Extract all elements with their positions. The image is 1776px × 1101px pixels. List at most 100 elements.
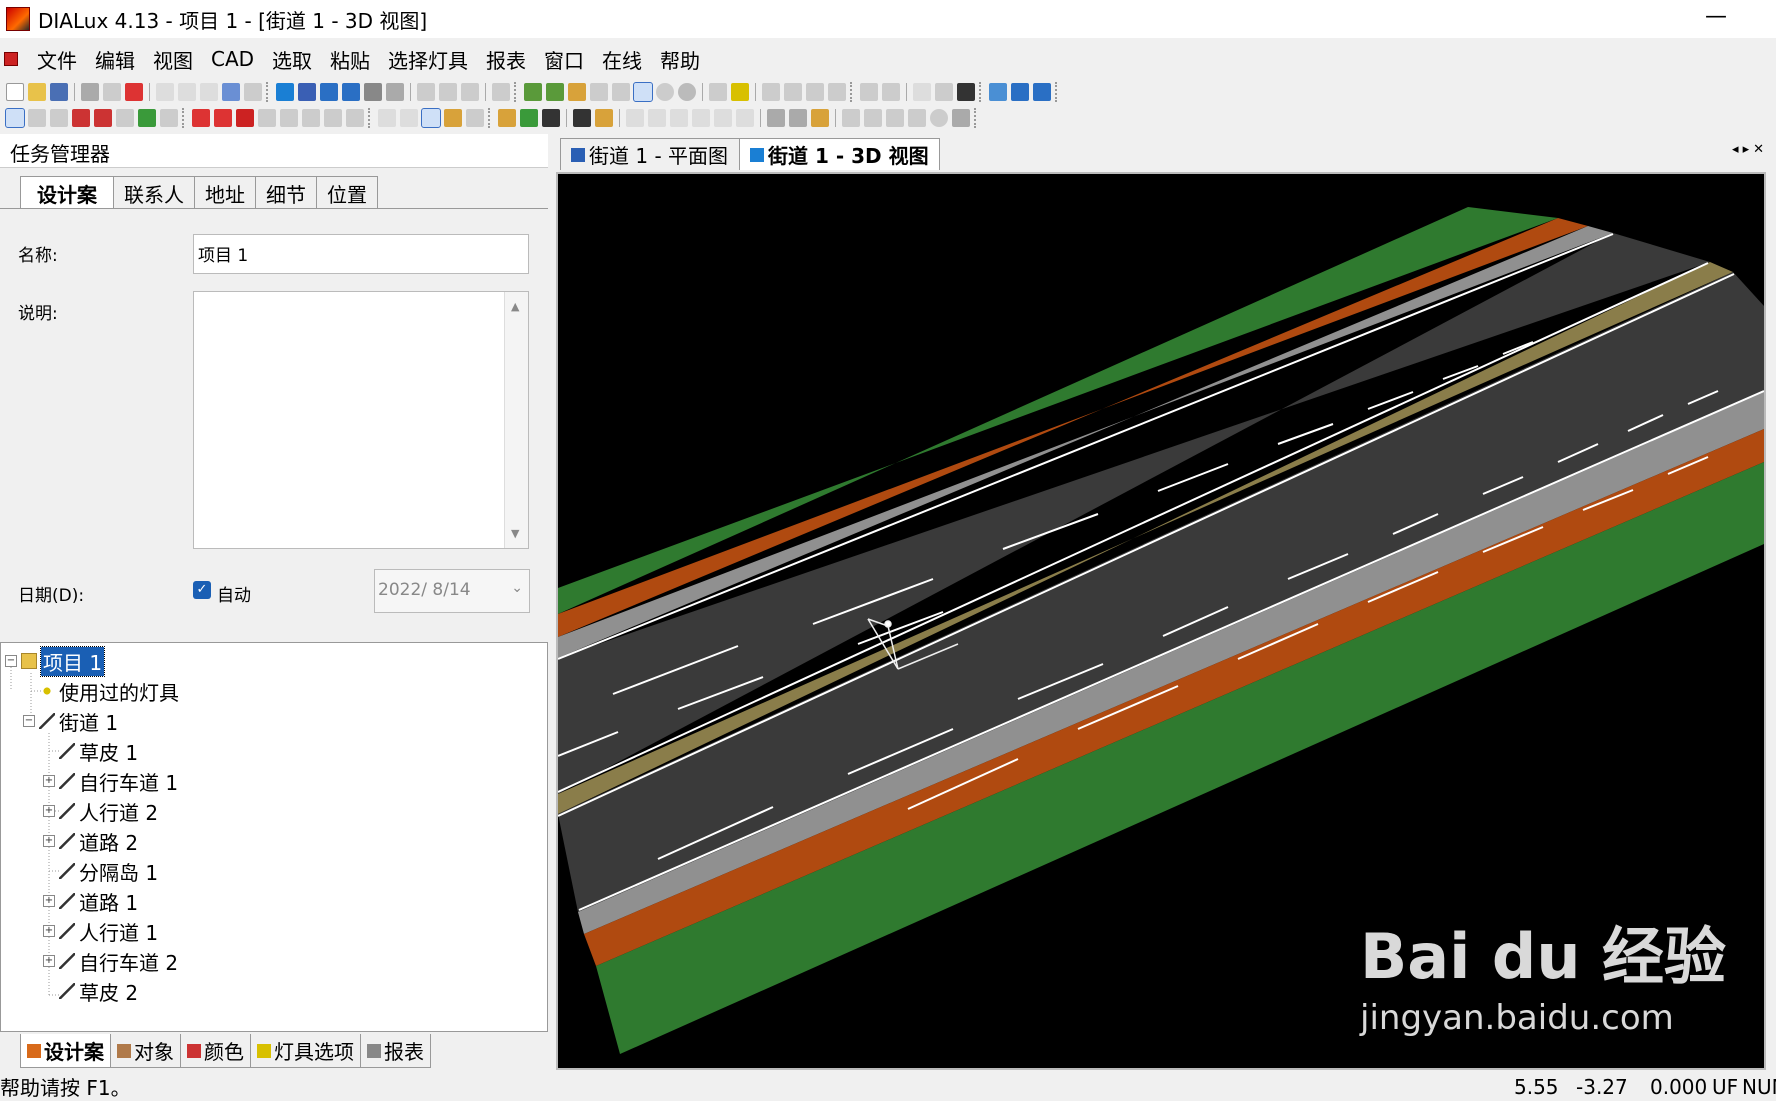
expand-icon[interactable]: + (43, 805, 55, 817)
menu-select-luminaire[interactable]: 选择灯具 (379, 45, 477, 74)
add-object-icon[interactable] (498, 109, 516, 127)
tree-node-median-1[interactable]: 分隔岛 1 (43, 857, 158, 885)
menu-help[interactable]: 帮助 (651, 45, 709, 74)
ground-plan-icon[interactable] (298, 83, 316, 101)
menu-paste[interactable]: 粘贴 (321, 45, 379, 74)
measure-icon[interactable] (709, 83, 727, 101)
help-icon[interactable] (935, 83, 953, 101)
select-object-icon[interactable] (28, 109, 46, 127)
tab-bottom-luminaire-options[interactable]: 灯具选项 (250, 1034, 361, 1068)
circle-icon[interactable] (678, 83, 696, 101)
tree-node-sidewalk-1[interactable]: + 人行道 1 (43, 917, 158, 945)
3d-view-icon[interactable] (276, 83, 294, 101)
mark-red-alt-icon[interactable] (214, 109, 232, 127)
edit-icon[interactable] (590, 83, 608, 101)
tab-location[interactable]: 位置 (316, 176, 378, 208)
print-preview-icon[interactable] (103, 83, 121, 101)
add-car-icon[interactable] (542, 109, 560, 127)
curve-icon[interactable] (908, 109, 926, 127)
description-scrollbar[interactable]: ▲ ▼ (504, 292, 528, 548)
expand-icon[interactable]: + (43, 835, 55, 847)
tree-node-used-luminaires[interactable]: 使用过的灯具 (39, 677, 179, 705)
luminaire-arrangement-icon[interactable] (573, 109, 591, 127)
mark-red-icon[interactable] (192, 109, 210, 127)
wireframe-icon[interactable] (364, 83, 382, 101)
question-icon[interactable] (324, 109, 342, 127)
orbit-icon[interactable] (421, 108, 441, 128)
layout-icon[interactable] (989, 83, 1007, 101)
save-icon[interactable] (50, 83, 68, 101)
pdf-icon[interactable] (125, 83, 143, 101)
expand-icon[interactable]: + (43, 955, 55, 967)
tree-node-road-2[interactable]: + 道路 2 (43, 827, 138, 855)
chevron-down-icon[interactable]: ⌄ (511, 580, 523, 596)
menu-view[interactable]: 视图 (144, 45, 202, 74)
tab-bottom-project[interactable]: 设计案 (20, 1034, 111, 1068)
select-luminaire-icon[interactable] (50, 109, 68, 127)
document-menu-icon[interactable] (4, 52, 18, 66)
calculate-all-icon[interactable] (546, 83, 564, 101)
auto-date-checkbox[interactable]: ✓ (193, 581, 211, 599)
collapse-icon[interactable]: − (5, 655, 17, 667)
cut-icon[interactable] (156, 83, 174, 101)
room-icon[interactable] (714, 109, 732, 127)
delete-icon[interactable] (72, 109, 90, 127)
copy-icon[interactable] (178, 83, 196, 101)
split-horizontal-icon[interactable] (1011, 83, 1029, 101)
roof-icon[interactable] (736, 109, 754, 127)
line-icon[interactable] (864, 109, 882, 127)
light-icon[interactable] (731, 83, 749, 101)
tab-bottom-colors[interactable]: 颜色 (180, 1034, 251, 1068)
export-icon[interactable] (568, 83, 586, 101)
toolbar-grip[interactable] (974, 108, 980, 128)
sphere-icon[interactable] (656, 83, 674, 101)
menu-select[interactable]: 选取 (263, 45, 321, 74)
tree-node-project[interactable]: − 项目 1 (5, 645, 106, 677)
calculate-icon[interactable] (524, 83, 542, 101)
minimize-button[interactable]: — (1696, 4, 1736, 29)
tree-node-road-1[interactable]: + 道路 1 (43, 887, 138, 915)
tab-bottom-objects[interactable]: 对象 (110, 1034, 181, 1068)
paint-icon[interactable] (346, 109, 364, 127)
select-icon[interactable] (5, 108, 25, 128)
tree-node-grass-2[interactable]: 草皮 2 (43, 977, 138, 1005)
pan-icon[interactable] (439, 83, 457, 101)
frame-icon[interactable] (789, 109, 807, 127)
undo-icon[interactable] (222, 83, 240, 101)
walk-icon[interactable] (466, 109, 484, 127)
zoom-icon[interactable] (400, 109, 418, 127)
expand-icon[interactable]: + (43, 895, 55, 907)
menu-report[interactable]: 报表 (477, 45, 535, 74)
open-folder-icon[interactable] (28, 83, 46, 101)
tab-bottom-reports[interactable]: 报表 (360, 1034, 431, 1068)
tab-project[interactable]: 设计案 (20, 176, 114, 209)
menu-file[interactable]: 文件 (28, 45, 86, 74)
date-picker[interactable]: 2022/ 8/14 ⌄ (374, 569, 530, 613)
toolbar-grip[interactable] (368, 108, 374, 128)
surface-icon[interactable] (626, 109, 644, 127)
tree-node-sidewalk-2[interactable]: + 人行道 2 (43, 797, 158, 825)
description-field[interactable]: ▲ ▼ (193, 291, 529, 549)
collapse-icon[interactable]: − (23, 715, 35, 727)
page-icon[interactable] (913, 83, 931, 101)
scroll-down-icon[interactable]: ▼ (511, 527, 519, 540)
add-tree-icon[interactable] (520, 109, 538, 127)
toolbar-grip[interactable] (488, 108, 494, 128)
menu-window[interactable]: 窗口 (535, 45, 593, 74)
toolbar-grip[interactable] (266, 82, 272, 102)
scale-icon[interactable] (160, 109, 178, 127)
toolbar-grip[interactable] (979, 82, 985, 102)
tree-node-street[interactable]: − 街道 1 (23, 707, 118, 735)
film-icon[interactable] (957, 83, 975, 101)
expand-icon[interactable]: + (43, 925, 55, 937)
folder-icon[interactable] (595, 109, 613, 127)
import-icon[interactable] (612, 83, 630, 101)
align-icon[interactable] (258, 109, 276, 127)
circle-draw-icon[interactable] (930, 109, 948, 127)
rotate-object-icon[interactable] (138, 109, 156, 127)
zoom-window-icon[interactable] (386, 83, 404, 101)
tab-details[interactable]: 细节 (255, 176, 317, 208)
grid-icon[interactable] (762, 83, 780, 101)
expand-icon[interactable]: + (43, 775, 55, 787)
pointer-icon[interactable] (378, 109, 396, 127)
